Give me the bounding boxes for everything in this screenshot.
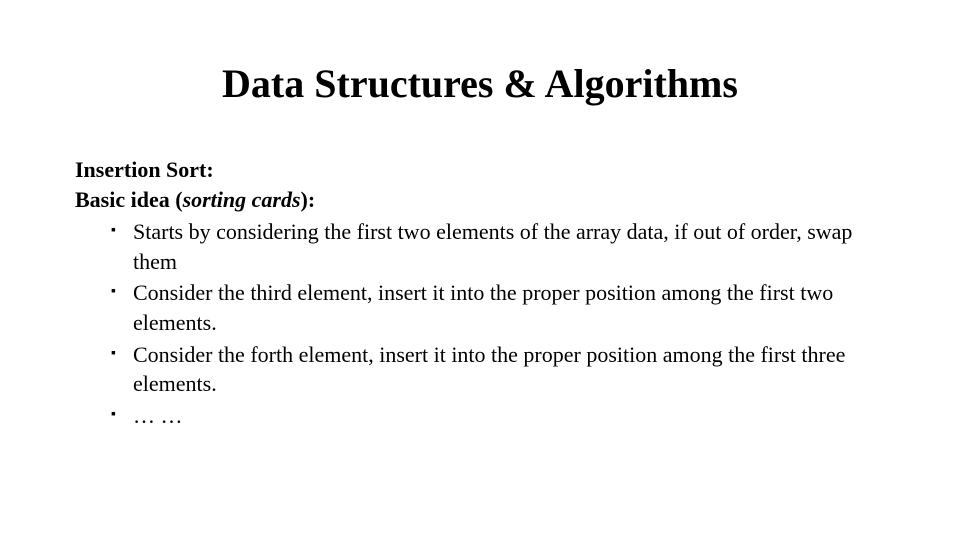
section-heading: Insertion Sort:: [75, 157, 885, 183]
subheading-prefix: Basic idea (: [75, 187, 183, 212]
list-item: Consider the third element, insert it in…: [111, 278, 885, 337]
bullet-list: Starts by considering the first two elem…: [75, 217, 885, 431]
subheading-italic: sorting cards: [183, 187, 301, 212]
section-subheading: Basic idea (sorting cards):: [75, 187, 885, 213]
list-item: Consider the forth element, insert it in…: [111, 340, 885, 399]
list-item: Starts by considering the first two elem…: [111, 217, 885, 276]
slide-title: Data Structures & Algorithms: [125, 60, 835, 107]
subheading-suffix: ):: [301, 187, 316, 212]
list-item: … …: [111, 401, 885, 431]
